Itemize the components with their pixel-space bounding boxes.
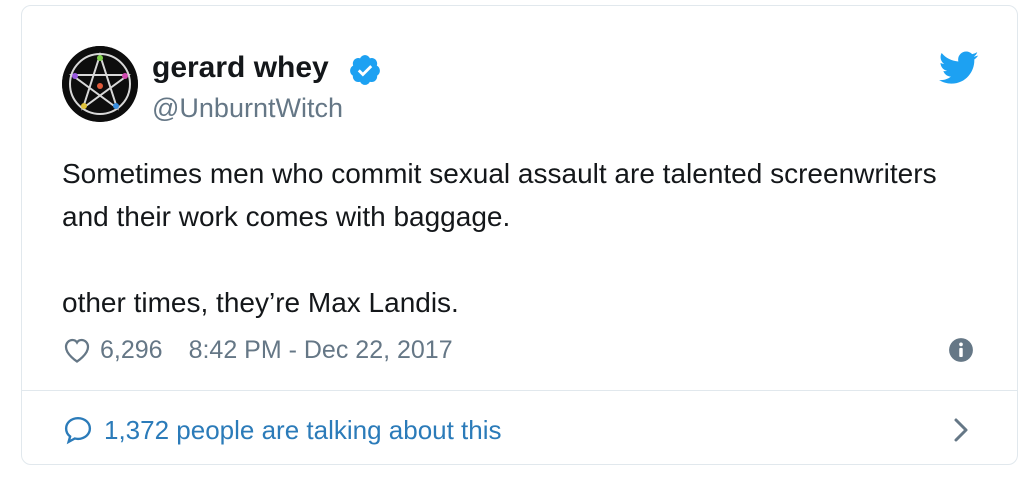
tweet-text: Sometimes men who commit sexual assault …: [62, 152, 962, 324]
verified-badge-icon: [350, 55, 380, 85]
author-name[interactable]: gerard whey: [152, 50, 329, 86]
divider: [22, 390, 1017, 391]
chevron-right-icon[interactable]: [950, 415, 972, 445]
avatar[interactable]: [62, 46, 138, 122]
tweet-text-line-2: other times, they’re Max Landis.: [62, 287, 459, 318]
info-icon[interactable]: [948, 337, 974, 363]
tweet-text-line-1: Sometimes men who commit sexual assault …: [62, 158, 937, 232]
twitter-bird-icon[interactable]: [939, 51, 979, 85]
timestamp[interactable]: 8:42 PM - Dec 22, 2017: [189, 336, 453, 365]
like-count[interactable]: 6,296: [100, 336, 163, 365]
talking-about-label[interactable]: 1,372 people are talking about this: [104, 415, 502, 446]
tweet-card: gerard whey @UnburntWitch Sometimes men …: [21, 5, 1018, 465]
heart-icon[interactable]: [62, 336, 92, 364]
speech-bubble-icon: [64, 416, 92, 445]
tweet-meta: 6,296 8:42 PM - Dec 22, 2017: [62, 332, 453, 368]
talking-about-link[interactable]: 1,372 people are talking about this: [62, 410, 502, 450]
pentagram-avatar-image: [62, 46, 138, 122]
author-handle[interactable]: @UnburntWitch: [152, 92, 343, 124]
